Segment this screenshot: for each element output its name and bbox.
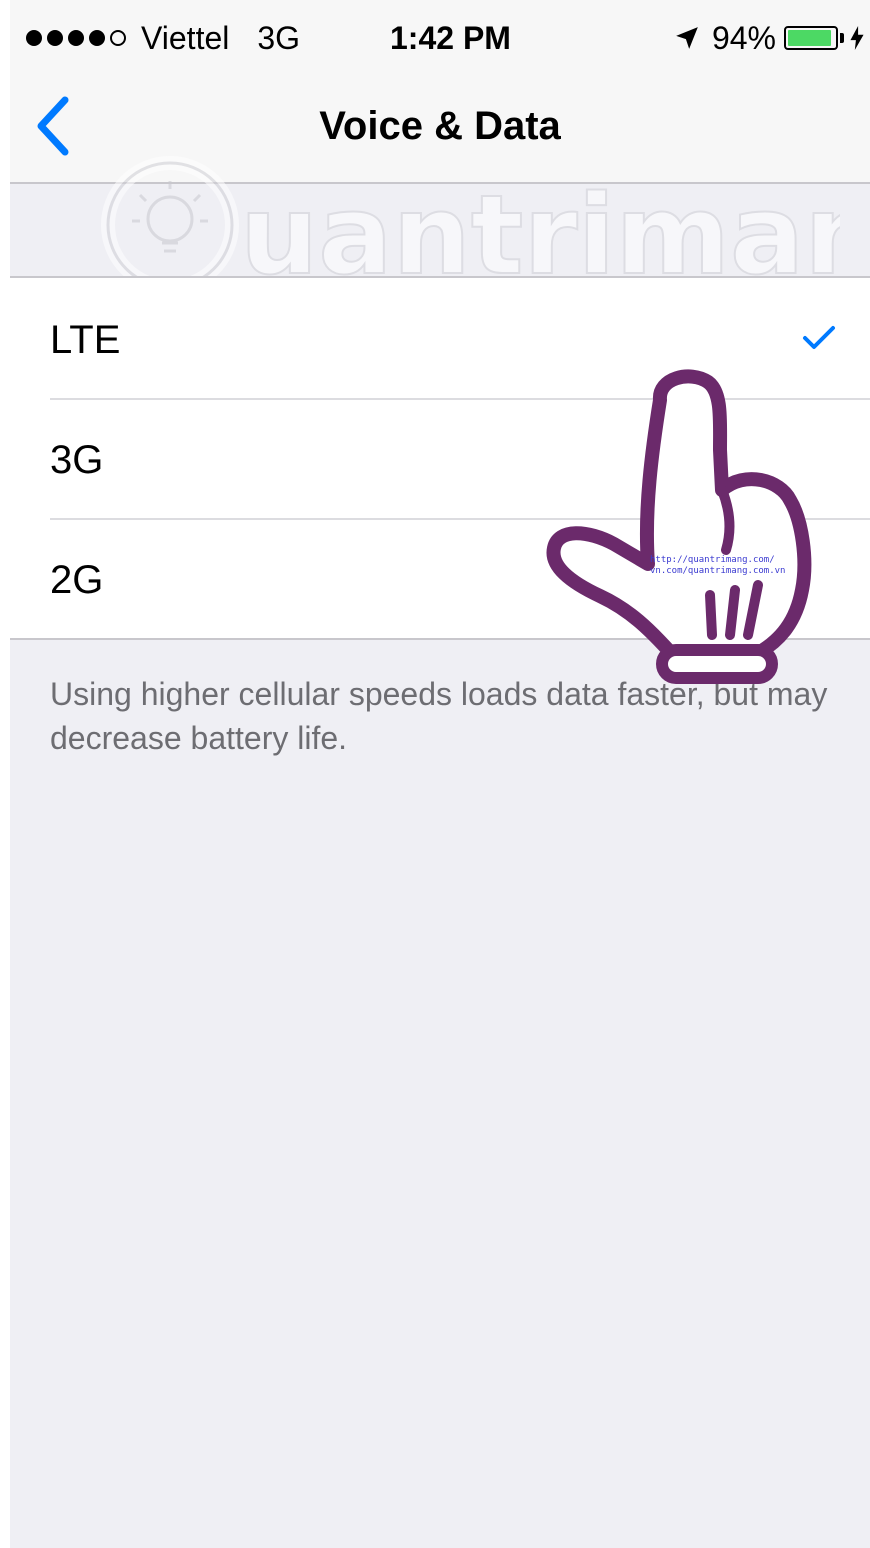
page-title: Voice & Data (319, 104, 561, 148)
option-label: 2G (50, 558, 104, 602)
battery-tip (840, 33, 844, 43)
status-right: 94% (674, 18, 864, 58)
charging-bolt-icon (850, 26, 864, 50)
status-bar: Viettel 3G 1:42 PM 94% (10, 0, 870, 78)
footer-description: Using higher cellular speeds loads data … (50, 676, 828, 756)
option-label: LTE (50, 318, 121, 362)
network-options-list: LTE 3G 2G (10, 276, 870, 640)
status-left: Viettel 3G (26, 18, 300, 58)
network-type: 3G (257, 20, 301, 56)
option-2g[interactable]: 2G (10, 518, 870, 638)
checkmark-icon (803, 326, 835, 349)
settings-screen: Viettel 3G 1:42 PM 94% Voice & Data uant… (10, 0, 870, 1548)
battery-level-fill (788, 30, 832, 46)
option-label: 3G (50, 438, 104, 482)
signal-strength-icon (26, 30, 131, 46)
option-3g[interactable]: 3G (10, 398, 870, 518)
location-arrow-icon (676, 27, 698, 49)
battery-icon (784, 26, 838, 50)
navigation-bar: Voice & Data (10, 78, 870, 184)
option-lte[interactable]: LTE (10, 278, 870, 398)
carrier-name: Viettel (141, 20, 230, 56)
status-time: 1:42 PM (390, 20, 511, 56)
battery-percent: 94% (711, 20, 776, 56)
